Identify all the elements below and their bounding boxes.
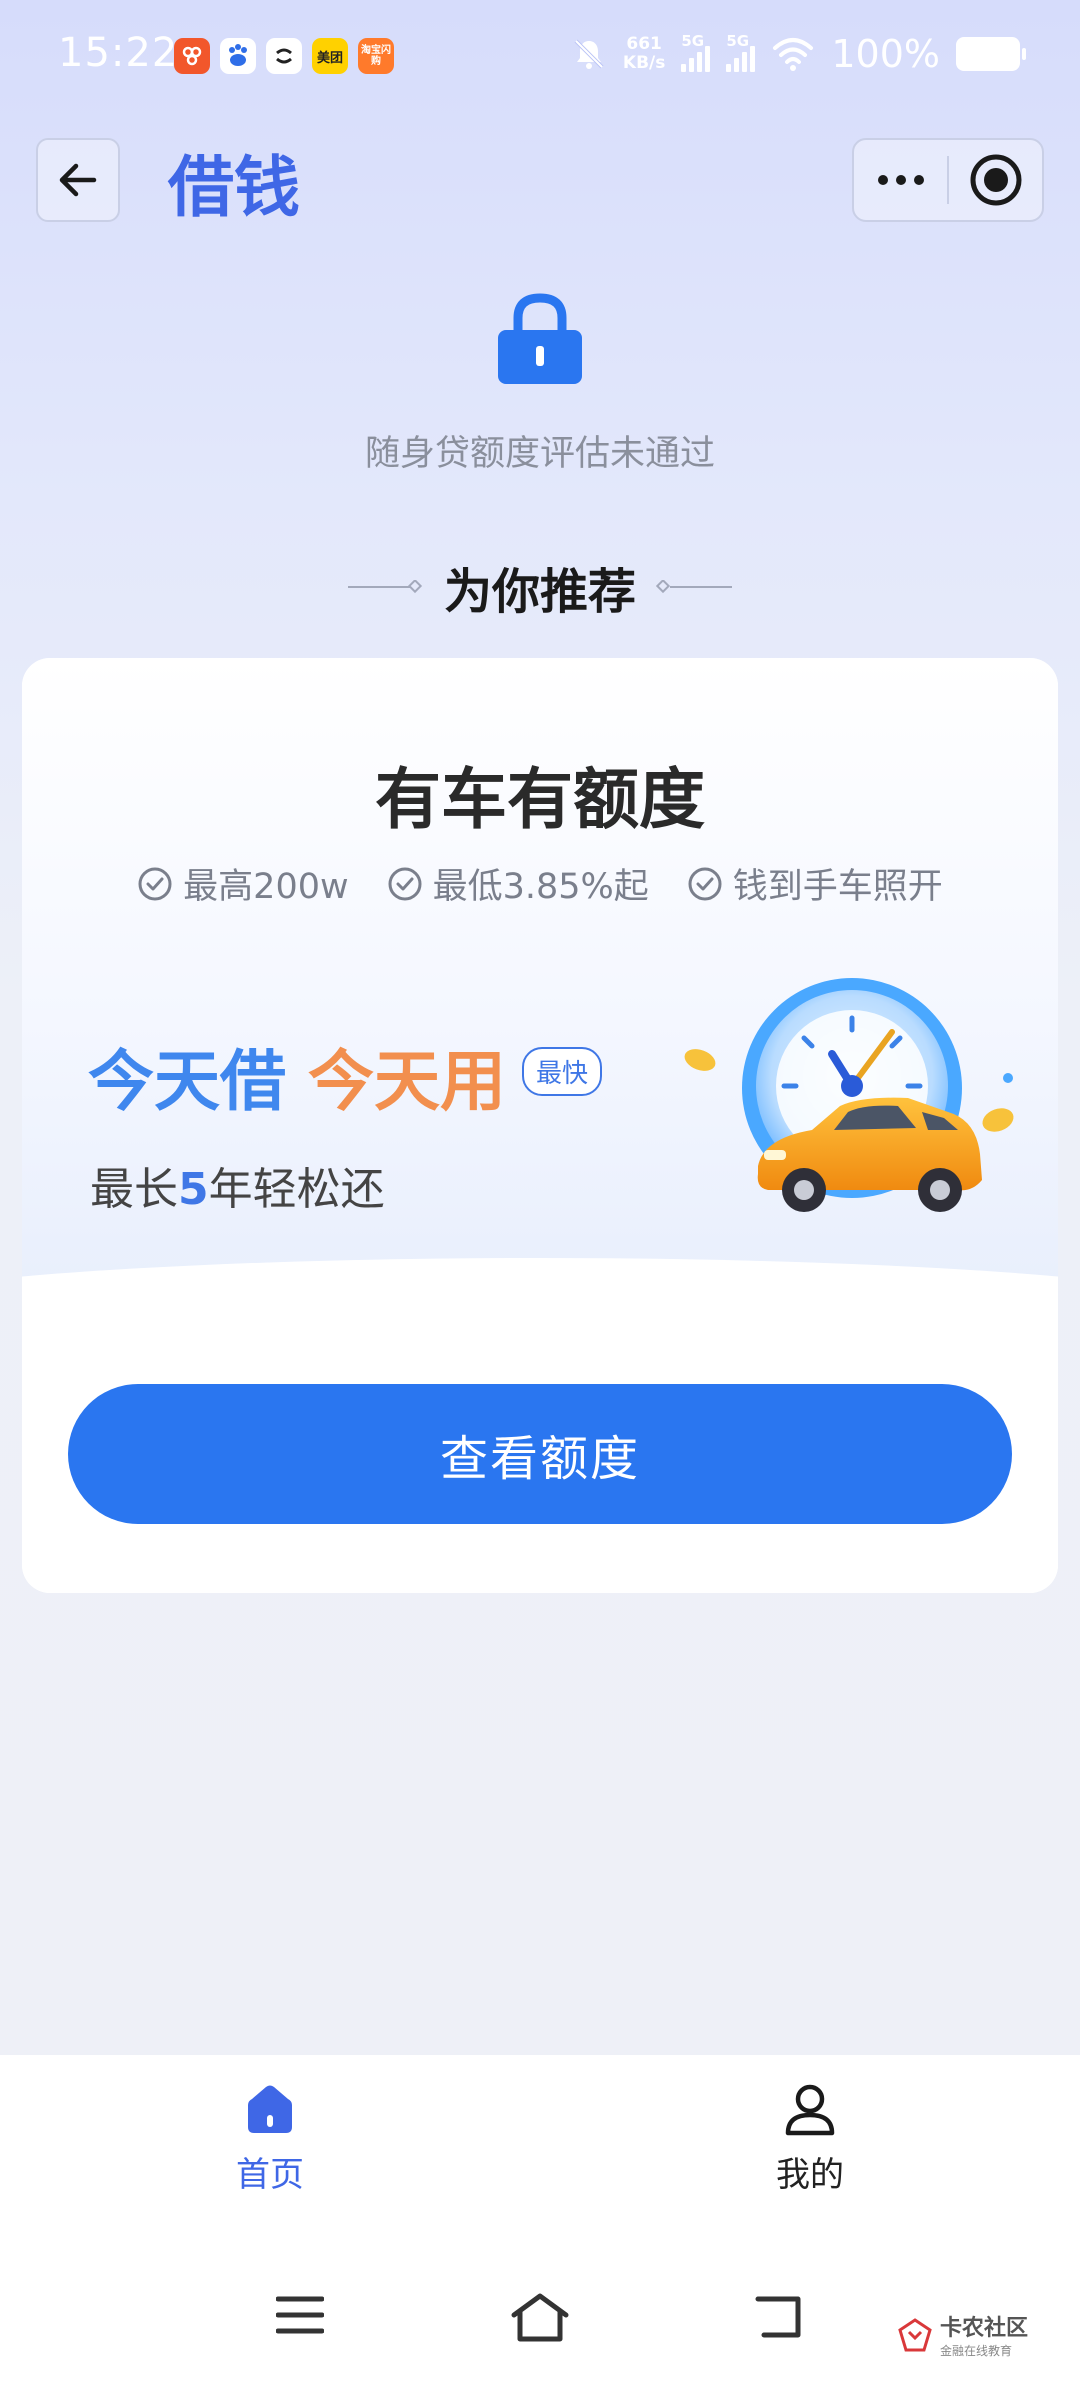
tab-me-label: 我的 (776, 2155, 844, 2195)
taobao-shangou-icon: 淘宝闪购 (358, 38, 394, 74)
check-circle-icon (688, 867, 722, 900)
net-speed-unit: KB/s (622, 53, 666, 73)
check-circle-icon (138, 867, 172, 900)
fastest-badge: 最快 (522, 1046, 603, 1096)
battery-icon (956, 37, 1026, 71)
slogan-use-today: 今天用 (308, 1043, 506, 1120)
repayment-years: 5 (178, 1164, 209, 1215)
signal-2-icon: 5G (726, 32, 756, 72)
system-back-button[interactable] (754, 2293, 804, 2343)
battery-percent: 100% (831, 32, 940, 76)
lock-icon (494, 290, 586, 390)
feature-label: 最高200w (183, 867, 349, 907)
left-deco-line (347, 580, 423, 594)
home-outline-icon (511, 2293, 569, 2342)
record-target-icon (970, 154, 1021, 206)
status-app-icons: 美团 淘宝闪购 (174, 38, 394, 74)
slogan-borrow-today: 今天借 (88, 1043, 286, 1120)
mini-program-capsule (852, 138, 1044, 222)
page-title: 借钱 (168, 149, 300, 226)
check-quota-button[interactable]: 查看额度 (68, 1384, 1012, 1524)
app-icon-1 (174, 38, 210, 74)
recent-apps-button[interactable] (275, 2293, 325, 2341)
repayment-term: 最长5年轻松还 (90, 1153, 385, 1217)
car-loan-card[interactable]: 有车有额度 最高200w 最低3.85%起 钱到手车照开 今天借 今天用 最快 … (22, 658, 1058, 1593)
kanong-logo-icon (898, 2317, 932, 2351)
status-indicators: 661 KB/s 5G 5G 100% (571, 32, 1026, 76)
feature-item: 最高200w (137, 858, 349, 909)
recommend-title: 为你推荐 (443, 564, 636, 620)
system-home-button[interactable] (510, 2293, 570, 2347)
mute-bell-icon (574, 39, 604, 69)
net-speed-value: 661 (626, 34, 662, 54)
more-button[interactable] (854, 140, 947, 220)
tab-home[interactable]: 首页 (170, 2081, 370, 2196)
check-circle-icon (388, 867, 422, 900)
assessment-failed-notice: 随身贷额度评估未通过 (364, 434, 715, 474)
feature-item: 最低3.85%起 (387, 858, 649, 909)
meituan-icon: 美团 (312, 38, 348, 74)
repayment-suffix: 年轻松还 (208, 1164, 385, 1215)
tab-me[interactable]: 我的 (710, 2081, 910, 2196)
app-icon-3 (266, 38, 302, 74)
feature-label: 最低3.85%起 (432, 867, 649, 907)
net-speed: 661 KB/s (623, 35, 665, 73)
feature-list: 最高200w 最低3.85%起 钱到手车照开 (22, 858, 1058, 909)
right-deco-line (656, 580, 732, 594)
signal-1-tag: 5G (681, 32, 705, 50)
back-button[interactable] (36, 138, 120, 222)
wifi-icon (773, 38, 814, 71)
bottom-tab-bar: 首页 我的 (0, 2055, 1080, 2245)
slogan: 今天借 今天用 最快 (88, 1028, 603, 1124)
status-time: 15:22 (58, 30, 179, 76)
tab-home-label: 首页 (236, 2155, 304, 2195)
more-dots-icon (877, 175, 924, 185)
back-return-icon (755, 2296, 801, 2338)
feature-label: 钱到手车照开 (732, 867, 943, 907)
home-icon (248, 2085, 292, 2133)
watermark: 卡农社区 金融在线教育 (898, 2310, 1028, 2359)
signal-2-tag: 5G (726, 32, 750, 50)
menu-icon (275, 2296, 325, 2334)
baidu-icon (220, 38, 256, 74)
back-arrow-icon (59, 163, 97, 197)
repayment-prefix: 最长 (90, 1164, 178, 1215)
watermark-main: 卡农社区 (940, 2316, 1029, 2341)
user-icon (785, 2084, 835, 2136)
close-mini-program-button[interactable] (949, 140, 1042, 220)
clock-car-illustration (672, 978, 1032, 1242)
status-bar: 15:22 美团 淘宝闪购 661 KB/s 5G 5G 100% (0, 0, 1080, 115)
recommend-header: 为你推荐 (0, 552, 1080, 622)
watermark-sub: 金融在线教育 (940, 2344, 1013, 2358)
card-title: 有车有额度 (375, 761, 705, 838)
signal-1-icon: 5G (681, 32, 711, 72)
feature-item: 钱到手车照开 (687, 858, 943, 909)
